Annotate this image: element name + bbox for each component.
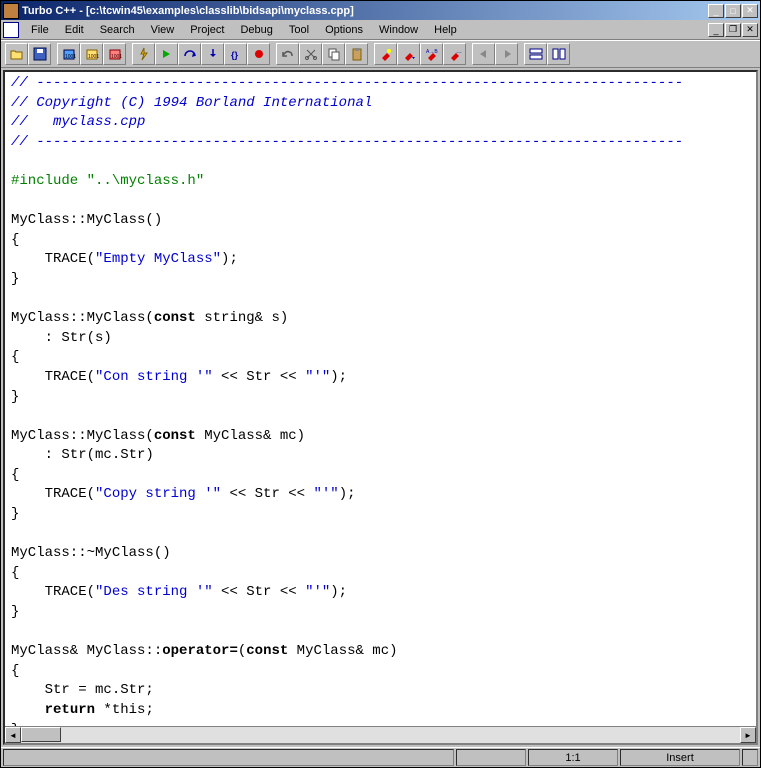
scroll-thumb[interactable] — [21, 727, 61, 742]
status-cursor-pos: 1:1 — [528, 749, 618, 766]
menu-view[interactable]: View — [143, 22, 183, 38]
menu-edit[interactable]: Edit — [57, 22, 92, 38]
arrow-left-icon — [477, 47, 491, 61]
svg-text:A→B: A→B — [426, 49, 438, 55]
find-next-button[interactable] — [397, 43, 420, 65]
undo-icon — [281, 47, 295, 61]
statusbar: 1:1 Insert — [1, 747, 760, 767]
titlebar: Turbo C++ - [c:\tcwin45\examples\classli… — [1, 1, 760, 20]
next-button[interactable] — [495, 43, 518, 65]
prev-button[interactable] — [472, 43, 495, 65]
app-icon — [3, 3, 19, 19]
breakpoint-button[interactable] — [247, 43, 270, 65]
maximize-button[interactable]: □ — [725, 4, 741, 18]
window-buttons: _ □ ✕ — [708, 4, 758, 18]
find-brace-button[interactable]: … — [443, 43, 466, 65]
copy-button[interactable] — [322, 43, 345, 65]
paste-button[interactable] — [345, 43, 368, 65]
bin-yellow-icon: 100101 — [85, 47, 99, 61]
editor-frame: // -------------------------------------… — [3, 70, 758, 745]
floppy-icon — [33, 47, 47, 61]
menu-search[interactable]: Search — [92, 22, 143, 38]
toolbar: 100101 100101 100101 {} A→B … — [1, 40, 760, 68]
find-button[interactable] — [374, 43, 397, 65]
menu-project[interactable]: Project — [182, 22, 232, 38]
mdi-close-button[interactable]: ✕ — [742, 23, 758, 37]
status-message — [3, 749, 454, 766]
status-insert-mode: Insert — [620, 749, 740, 766]
scissors-icon — [304, 47, 318, 61]
status-flag1 — [456, 749, 526, 766]
lightning-icon — [137, 47, 151, 61]
scroll-right-button[interactable]: ► — [740, 727, 756, 743]
menu-help[interactable]: Help — [426, 22, 465, 38]
cut-button[interactable] — [299, 43, 322, 65]
find-brace-icon: … — [448, 47, 462, 61]
copy-icon — [327, 47, 341, 61]
status-grip — [742, 749, 758, 766]
trace-icon: {} — [229, 47, 243, 61]
replace-button[interactable]: A→B — [420, 43, 443, 65]
menu-file[interactable]: File — [23, 22, 57, 38]
menu-debug[interactable]: Debug — [232, 22, 280, 38]
paste-icon — [350, 47, 364, 61]
breakpoint-icon — [252, 47, 266, 61]
flashlight-next-icon — [402, 47, 416, 61]
step-into-icon — [206, 47, 220, 61]
run-button[interactable] — [132, 43, 155, 65]
menu-options[interactable]: Options — [317, 22, 371, 38]
tile-vert-icon — [552, 47, 566, 61]
tile-horz-button[interactable] — [524, 43, 547, 65]
scroll-track[interactable] — [21, 727, 740, 743]
svg-text:…: … — [456, 49, 462, 55]
step-over-button[interactable] — [178, 43, 201, 65]
scroll-left-button[interactable]: ◄ — [5, 727, 21, 743]
svg-text:100101: 100101 — [88, 54, 99, 60]
menubar: File Edit Search View Project Debug Tool… — [1, 20, 760, 40]
undo-button[interactable] — [276, 43, 299, 65]
tile-vert-button[interactable] — [547, 43, 570, 65]
compile-button[interactable]: 100101 — [57, 43, 80, 65]
arrow-right-icon — [500, 47, 514, 61]
close-button[interactable]: ✕ — [742, 4, 758, 18]
trace-button[interactable]: {} — [224, 43, 247, 65]
editor-area: // -------------------------------------… — [1, 68, 760, 747]
window-title: Turbo C++ - [c:\tcwin45\examples\classli… — [22, 5, 708, 17]
svg-text:{}: {} — [231, 50, 239, 60]
bin-red-icon: 100101 — [108, 47, 122, 61]
make-button[interactable]: 100101 — [80, 43, 103, 65]
minimize-button[interactable]: _ — [708, 4, 724, 18]
run-to-button[interactable] — [155, 43, 178, 65]
bin-blue-icon: 100101 — [62, 47, 76, 61]
mdi-doc-icon[interactable] — [3, 22, 19, 38]
flashlight-icon — [379, 47, 393, 61]
folder-open-icon — [10, 47, 24, 61]
menu-tool[interactable]: Tool — [281, 22, 317, 38]
svg-text:100101: 100101 — [111, 54, 122, 60]
step-over-icon — [183, 47, 197, 61]
main-window: Turbo C++ - [c:\tcwin45\examples\classli… — [0, 0, 761, 768]
tile-horz-icon — [529, 47, 543, 61]
build-button[interactable]: 100101 — [103, 43, 126, 65]
step-into-button[interactable] — [201, 43, 224, 65]
save-file-button[interactable] — [28, 43, 51, 65]
replace-icon: A→B — [425, 47, 439, 61]
horizontal-scrollbar[interactable]: ◄ ► — [5, 726, 756, 743]
open-file-button[interactable] — [5, 43, 28, 65]
mdi-window-buttons: _ ❐ ✕ — [708, 23, 758, 37]
mdi-minimize-button[interactable]: _ — [708, 23, 724, 37]
svg-text:100101: 100101 — [65, 54, 76, 60]
code-editor[interactable]: // -------------------------------------… — [5, 72, 756, 726]
mdi-restore-button[interactable]: ❐ — [725, 23, 741, 37]
menu-window[interactable]: Window — [371, 22, 426, 38]
run-arrow-icon — [160, 47, 174, 61]
